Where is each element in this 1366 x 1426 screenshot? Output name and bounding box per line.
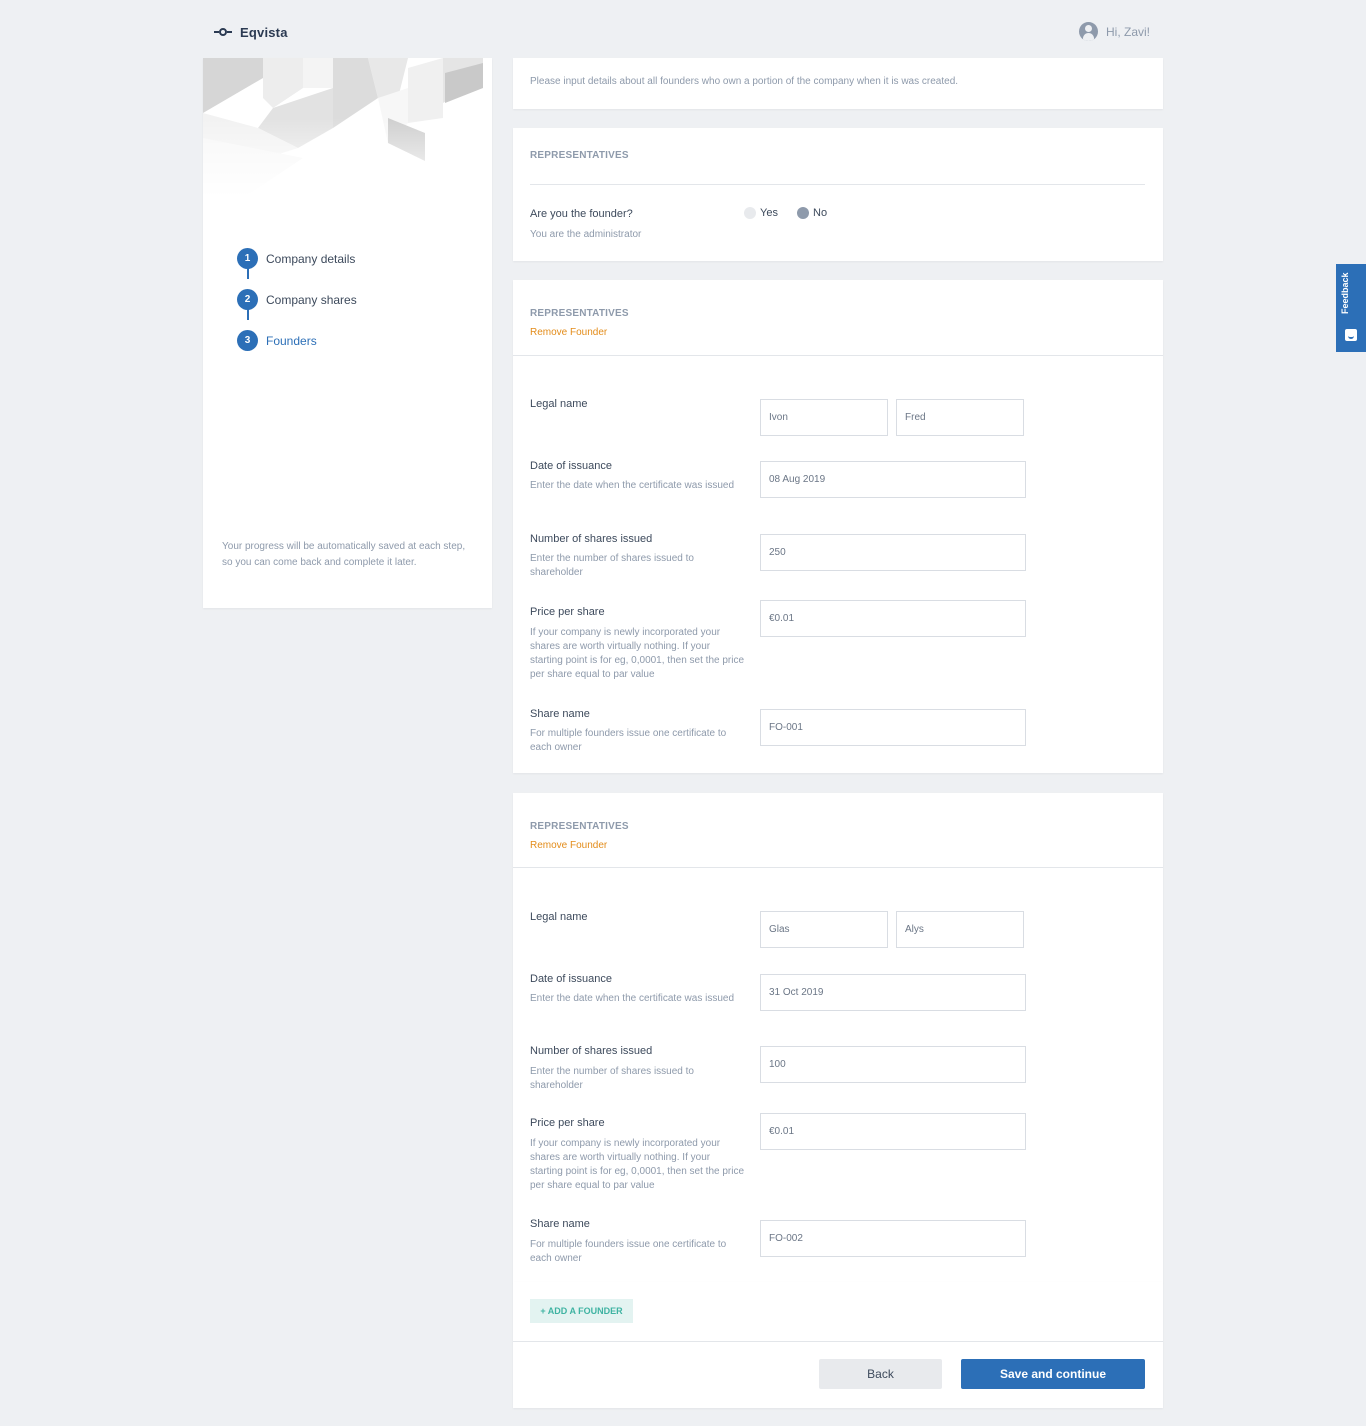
- step-company-shares[interactable]: 2 Company shares: [237, 279, 357, 320]
- date-label: Date of issuance: [530, 460, 612, 472]
- remove-founder-link[interactable]: Remove Founder: [530, 840, 607, 851]
- founder-card: REPRESENTATIVES Remove Founder Legal nam…: [513, 280, 1163, 773]
- step-company-details[interactable]: 1 Company details: [237, 238, 357, 279]
- step-number: 2: [237, 289, 258, 310]
- section-title: REPRESENTATIVES: [530, 150, 629, 161]
- first-name-input[interactable]: [760, 911, 888, 948]
- date-help: Enter the date when the certificate was …: [530, 480, 735, 491]
- price-help: If your company is newly incorporated yo…: [530, 627, 745, 680]
- price-input[interactable]: [760, 1113, 1026, 1150]
- radio-dot[interactable]: [744, 207, 756, 219]
- shares-input[interactable]: [760, 534, 1026, 571]
- price-label: Price per share: [530, 1117, 605, 1129]
- price-input[interactable]: [760, 600, 1026, 637]
- brand-logo[interactable]: Eqvista: [214, 24, 288, 40]
- step-number: 3: [237, 330, 258, 351]
- progress-steps: 1 Company details 2 Company shares 3 Fou…: [237, 238, 357, 361]
- radio-dot[interactable]: [797, 207, 809, 219]
- share-name-help: For multiple founders issue one certific…: [530, 1239, 727, 1264]
- radio-no[interactable]: No: [797, 207, 827, 219]
- hero-illustration: [203, 58, 492, 198]
- divider: [513, 355, 1163, 356]
- feedback-tab[interactable]: Feedback: [1336, 264, 1366, 352]
- share-name-label: Share name: [530, 1218, 590, 1230]
- intro-card: Please input details about all founders …: [513, 58, 1163, 109]
- remove-founder-link[interactable]: Remove Founder: [530, 327, 607, 338]
- sidebar: 1 Company details 2 Company shares 3 Fou…: [203, 58, 492, 608]
- step-founders[interactable]: 3 Founders: [237, 320, 357, 361]
- date-input[interactable]: [760, 461, 1026, 498]
- share-name-label: Share name: [530, 708, 590, 720]
- step-label: Founders: [266, 333, 317, 348]
- section-title: REPRESENTATIVES: [530, 308, 629, 319]
- price-label: Price per share: [530, 606, 605, 618]
- feedback-label: Feedback: [1340, 272, 1350, 314]
- date-help: Enter the date when the certificate was …: [530, 993, 735, 1004]
- shares-label: Number of shares issued: [530, 1045, 653, 1057]
- shares-label: Number of shares issued: [530, 533, 653, 545]
- last-name-input[interactable]: [896, 911, 1024, 948]
- share-name-input[interactable]: [760, 1220, 1026, 1257]
- shares-help: Enter the number of shares issued to sha…: [530, 1066, 694, 1091]
- date-label: Date of issuance: [530, 973, 612, 985]
- founder-question: Are you the founder?: [530, 208, 633, 220]
- first-name-input[interactable]: [760, 399, 888, 436]
- save-continue-button[interactable]: Save and continue: [961, 1359, 1145, 1389]
- autosave-note: Your progress will be automatically save…: [222, 541, 466, 568]
- legal-name-label: Legal name: [530, 911, 588, 923]
- divider: [530, 184, 1145, 185]
- radio-yes[interactable]: Yes: [744, 207, 778, 219]
- feedback-icon: [1345, 329, 1357, 341]
- back-button[interactable]: Back: [819, 1359, 942, 1389]
- avatar-icon: [1078, 22, 1098, 41]
- last-name-input[interactable]: [896, 399, 1024, 436]
- step-label: Company shares: [266, 292, 357, 307]
- step-number: 1: [237, 248, 258, 269]
- logo-icon: [214, 24, 232, 40]
- date-input[interactable]: [760, 974, 1026, 1011]
- founder-question-help: You are the administrator: [530, 229, 642, 240]
- radio-label: No: [813, 207, 828, 219]
- step-label: Company details: [266, 251, 356, 266]
- share-name-input[interactable]: [760, 709, 1026, 746]
- founder-card: REPRESENTATIVES Remove Founder Legal nam…: [513, 793, 1163, 1283]
- radio-label: Yes: [760, 207, 778, 219]
- share-name-help: For multiple founders issue one certific…: [530, 728, 727, 753]
- divider: [513, 867, 1163, 868]
- shares-input[interactable]: [760, 1046, 1026, 1083]
- price-help: If your company is newly incorporated yo…: [530, 1138, 745, 1191]
- user-greeting: Hi, Zavi!: [1105, 24, 1150, 39]
- section-title: REPRESENTATIVES: [530, 821, 629, 832]
- intro-text: Please input details about all founders …: [530, 76, 959, 87]
- divider: [513, 1341, 1163, 1342]
- shares-help: Enter the number of shares issued to sha…: [530, 553, 694, 578]
- representatives-card: REPRESENTATIVES Are you the founder? You…: [513, 128, 1163, 261]
- app-name: Eqvista: [240, 24, 288, 40]
- legal-name-label: Legal name: [530, 398, 588, 410]
- user-menu[interactable]: Hi, Zavi!: [1078, 22, 1150, 41]
- add-founder-button[interactable]: + ADD A FOUNDER: [530, 1299, 633, 1323]
